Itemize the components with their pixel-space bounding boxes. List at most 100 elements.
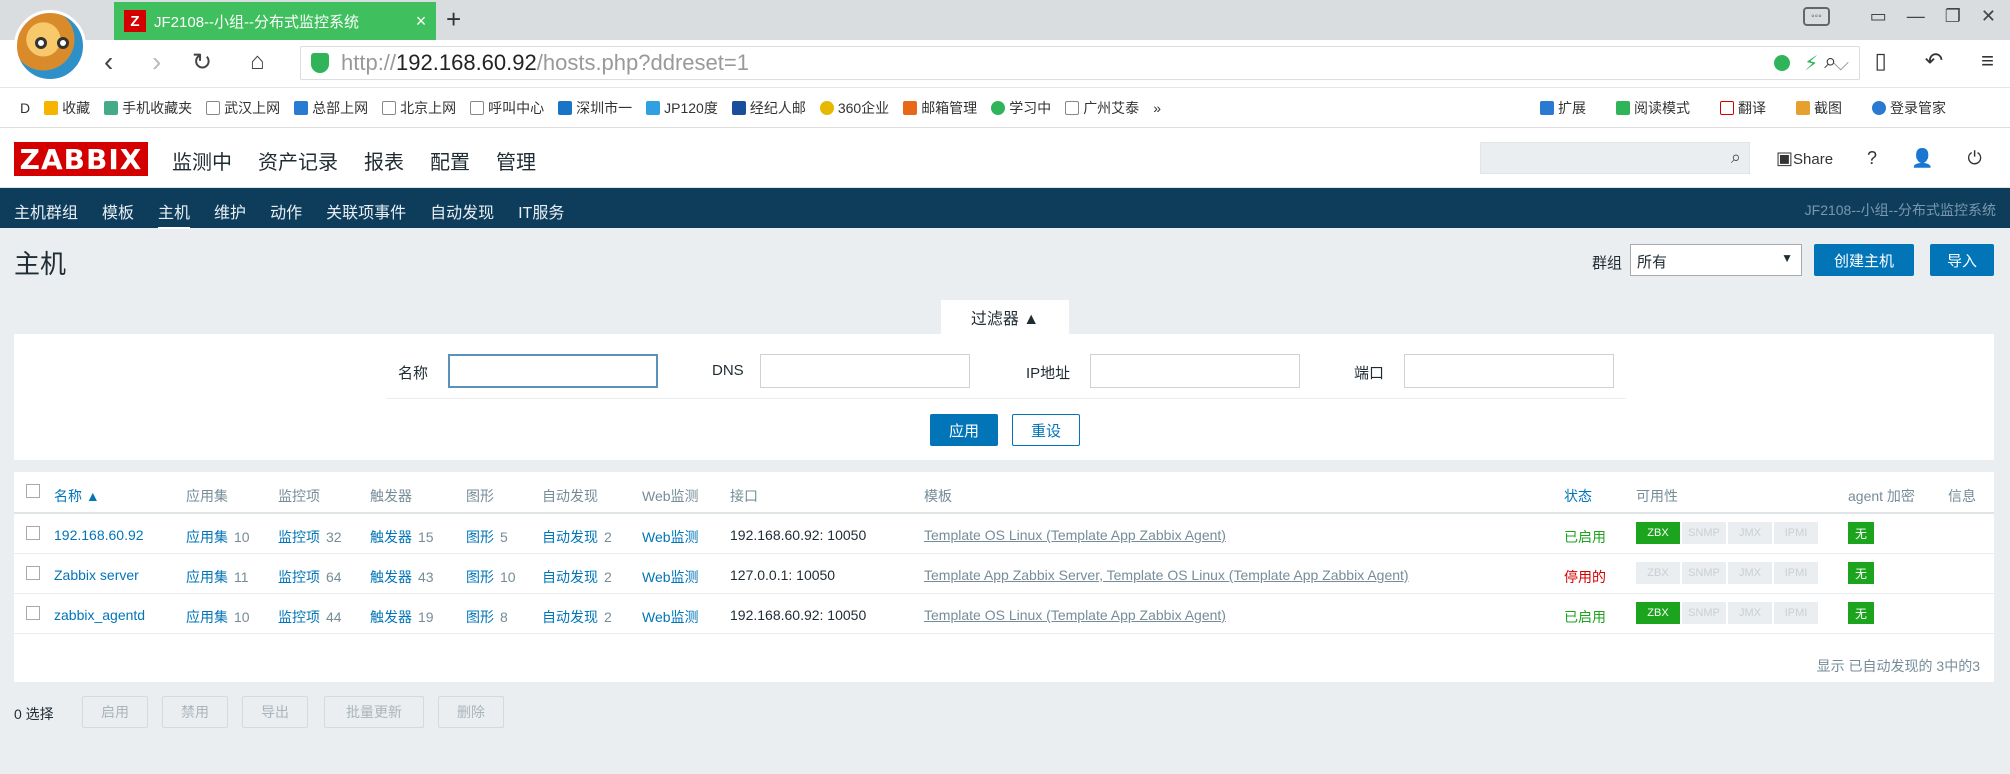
graphs-link[interactable]: 图形 (466, 609, 494, 625)
close-tab-icon[interactable]: × (406, 11, 436, 32)
submenu-templates[interactable]: 模板 (102, 199, 134, 229)
row-checkbox[interactable] (26, 606, 40, 620)
browser-avatar-icon[interactable] (14, 10, 86, 82)
bookmark-item[interactable]: 北京上网 (382, 98, 456, 118)
triggers-link[interactable]: 触发器 (370, 609, 412, 625)
triggers-link[interactable]: 触发器 (370, 569, 412, 585)
apps-link[interactable]: 应用集 (186, 609, 228, 625)
help-icon[interactable]: ? (1867, 148, 1877, 169)
create-host-button[interactable]: 创建主机 (1814, 244, 1914, 276)
discovery-link[interactable]: 自动发现 (542, 529, 598, 545)
bookmark-item[interactable]: 360企业 (819, 98, 889, 118)
bookmark-item[interactable]: 邮箱管理 (903, 98, 977, 118)
speed-mode-icon[interactable]: ⚡ (1804, 51, 1818, 76)
submenu-discovery[interactable]: 自动发现 (430, 199, 494, 229)
graphs-link[interactable]: 图形 (466, 569, 494, 585)
bookmark-item[interactable]: 经纪人邮 (731, 98, 806, 118)
home-icon[interactable]: ⌂ (250, 48, 265, 76)
phone-icon[interactable]: ▯ (1875, 48, 1887, 74)
menu-icon[interactable]: ≡ (1981, 48, 1994, 74)
host-name-link[interactable]: Zabbix server (54, 567, 139, 583)
web-link[interactable]: Web监测 (642, 607, 699, 627)
delete-button[interactable]: 删除 (438, 696, 504, 728)
browser-tab[interactable]: Z JF2108--小组--分布式监控系统 × (114, 2, 436, 40)
submenu-actions[interactable]: 动作 (270, 199, 302, 229)
web-link[interactable]: Web监测 (642, 527, 699, 547)
undo-icon[interactable]: ↶ (1925, 48, 1943, 74)
discovery-link[interactable]: 自动发现 (542, 609, 598, 625)
menu-configuration[interactable]: 配置 (430, 146, 470, 197)
bookmark-item[interactable]: 武汉上网 (206, 98, 280, 118)
col-name[interactable]: 名称 ▲ (54, 486, 100, 506)
host-name-link[interactable]: zabbix_agentd (54, 607, 145, 623)
col-status[interactable]: 状态 (1564, 486, 1592, 506)
filter-name-input[interactable] (448, 354, 658, 388)
apps-link[interactable]: 应用集 (186, 529, 228, 545)
apps-link[interactable]: 应用集 (186, 569, 228, 585)
search-icon[interactable]: ⌕ (1824, 48, 1836, 74)
disable-button[interactable]: 禁用 (162, 696, 228, 728)
export-button[interactable]: 导出 (242, 696, 308, 728)
items-link[interactable]: 监控项 (278, 529, 320, 545)
submenu-it-services[interactable]: IT服务 (518, 199, 564, 229)
filter-ip-input[interactable] (1090, 354, 1300, 388)
bookmark-item[interactable]: 呼叫中心 (470, 98, 544, 118)
search-icon[interactable]: ⌕ (1731, 147, 1741, 168)
filter-tab[interactable]: 过滤器 ▲ (941, 300, 1069, 334)
submenu-maintenance[interactable]: 维护 (214, 199, 246, 229)
filter-reset-button[interactable]: 重设 (1012, 414, 1080, 446)
zabbix-logo[interactable]: ZABBIX (14, 142, 148, 176)
filter-port-input[interactable] (1404, 354, 1614, 388)
close-window-icon[interactable]: ✕ (1981, 6, 1996, 27)
host-name-link[interactable]: 192.168.60.92 (54, 527, 144, 543)
web-link[interactable]: Web监测 (642, 567, 699, 587)
items-link[interactable]: 监控项 (278, 609, 320, 625)
minimize-icon[interactable]: — (1907, 6, 1925, 27)
more-bookmarks-icon[interactable]: » (1153, 100, 1161, 116)
back-icon[interactable]: ‹ (104, 46, 113, 78)
bookmark-item[interactable]: 手机收藏夹 (104, 98, 192, 118)
bookmark-item[interactable]: 总部上网 (294, 98, 368, 118)
status-toggle[interactable]: 已启用 (1564, 607, 1606, 627)
triggers-link[interactable]: 触发器 (370, 529, 412, 545)
row-checkbox[interactable] (26, 526, 40, 540)
row-checkbox[interactable] (26, 566, 40, 580)
translate-button[interactable]: 翻译 (1720, 98, 1766, 118)
restore-tab-icon[interactable]: ▭ (1870, 6, 1887, 27)
bookmark-item[interactable]: 学习中 (991, 98, 1051, 118)
safe-site-icon[interactable] (1774, 55, 1791, 71)
filter-apply-button[interactable]: 应用 (930, 414, 998, 446)
url-input[interactable]: http://192.168.60.92/hosts.php?ddreset=1… (300, 46, 1860, 80)
mass-update-button[interactable]: 批量更新 (324, 696, 424, 728)
import-button[interactable]: 导入 (1930, 244, 1994, 276)
reading-mode-button[interactable]: 阅读模式 (1616, 98, 1690, 118)
game-pad-icon[interactable]: ◦◦◦ (1803, 7, 1830, 26)
bookmarks-toggle-icon[interactable]: D (20, 100, 30, 116)
templates-link[interactable]: Template App Zabbix Server, Template OS … (924, 567, 1409, 583)
bookmark-item[interactable]: 收藏 (44, 98, 90, 118)
global-search-input[interactable]: ⌕ (1480, 142, 1750, 174)
filter-dns-input[interactable] (760, 354, 970, 388)
extensions-button[interactable]: 扩展 (1540, 98, 1586, 118)
enable-button[interactable]: 启用 (82, 696, 148, 728)
bookmark-item[interactable]: 深圳市一 (558, 98, 632, 118)
group-select[interactable]: 所有 ▼ (1630, 244, 1802, 276)
graphs-link[interactable]: 图形 (466, 529, 494, 545)
submenu-hosts[interactable]: 主机 (158, 199, 191, 229)
maximize-icon[interactable]: ❐ (1945, 6, 1961, 27)
forward-icon[interactable]: › (152, 46, 161, 78)
items-link[interactable]: 监控项 (278, 569, 320, 585)
menu-inventory[interactable]: 资产记录 (258, 146, 338, 175)
menu-administration[interactable]: 管理 (496, 146, 536, 175)
templates-link[interactable]: Template OS Linux (Template App Zabbix A… (924, 527, 1226, 543)
submenu-host-groups[interactable]: 主机群组 (14, 199, 78, 229)
screenshot-button[interactable]: 截图 (1796, 98, 1842, 118)
status-toggle[interactable]: 已启用 (1564, 527, 1606, 547)
reload-icon[interactable]: ↻ (192, 48, 212, 77)
menu-reports[interactable]: 报表 (364, 146, 404, 175)
new-tab-icon[interactable]: + (446, 4, 461, 35)
user-profile-icon[interactable]: 👤 (1911, 148, 1933, 169)
templates-link[interactable]: Template OS Linux (Template App Zabbix A… (924, 607, 1226, 623)
bookmark-item[interactable]: JP120度 (646, 98, 718, 118)
bookmark-item[interactable]: 广州艾泰 (1065, 98, 1139, 118)
